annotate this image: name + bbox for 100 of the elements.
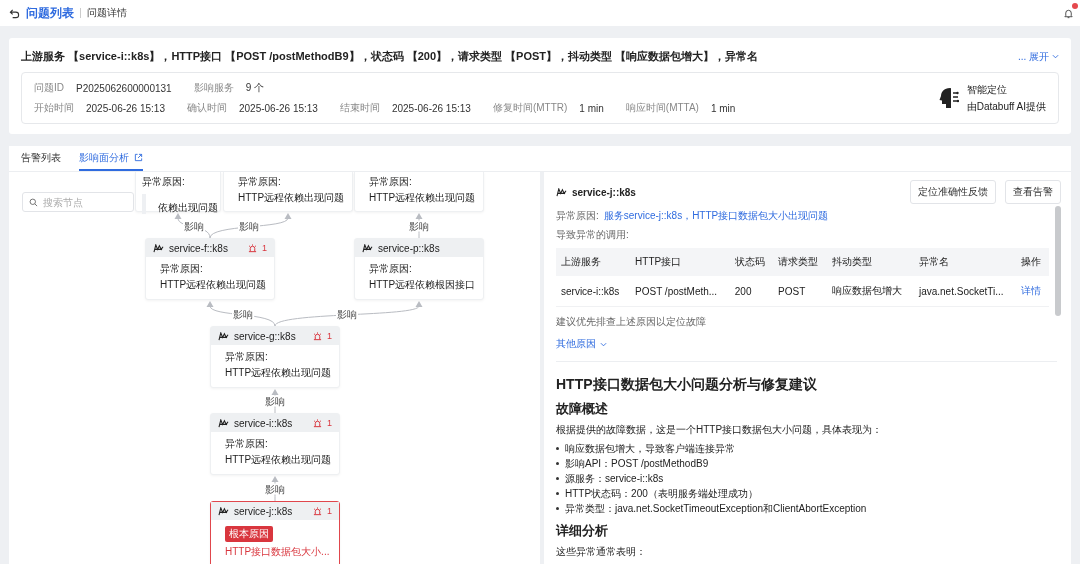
field-value: 2025-06-26 15:13	[238, 102, 318, 114]
chevron-down-icon	[1052, 53, 1059, 60]
reason-text: HTTP远程依赖出现问题	[369, 192, 473, 204]
tab[interactable]: 告警列表	[21, 146, 61, 171]
bullet-dot	[556, 492, 559, 495]
search-field[interactable]: 搜索节点	[22, 192, 134, 212]
reason-text: HTTP远程依赖根因接口	[369, 279, 473, 291]
service-icon	[362, 243, 373, 253]
table-cell: 200	[729, 276, 774, 307]
reason-label: 异常原因:	[225, 438, 269, 450]
alarm-icon	[313, 331, 322, 341]
service-node[interactable]: service-g::k8s 1 异常原因: HTTP远程依赖出现问题	[210, 326, 340, 388]
reason-label: 异常原因:	[556, 209, 599, 223]
reason-text: HTTP远程依赖出现问题	[225, 454, 329, 466]
field-label: 影响服务	[193, 81, 234, 95]
other-causes-toggle[interactable]: 其他原因	[556, 337, 607, 351]
field-label: 开始时间	[34, 101, 74, 115]
edge-label: 影响	[336, 308, 358, 319]
ai-subtitle: 由Databuff AI提供	[966, 99, 1046, 114]
column-header: 请求类型	[773, 248, 828, 276]
edge-label: 影响	[231, 308, 254, 319]
service-node[interactable]: 异常原因: 依赖出现问题	[135, 172, 221, 212]
node-title: service-j::k8s	[234, 505, 293, 517]
service-node[interactable]: service-i::k8s 1 异常原因: HTTP远程依赖出现问题	[210, 413, 340, 475]
alarm-icon	[313, 418, 322, 428]
alert-count: 1	[262, 243, 267, 253]
bullet-dot	[556, 447, 559, 450]
section-heading: 故障概述	[556, 400, 609, 418]
node-title: service-p::k8s	[378, 242, 440, 254]
field-value: 2025-06-26 15:13	[391, 102, 471, 114]
root-cause-badge: 根本原因	[225, 526, 273, 542]
alarm-icon	[313, 506, 322, 516]
reason-text: HTTP远程依赖出现问题	[160, 279, 264, 291]
alarm-icon	[248, 243, 257, 253]
back-icon[interactable]	[9, 7, 20, 19]
column-header: 抖动类型	[827, 248, 914, 276]
field-value: 1 min	[710, 102, 736, 114]
reason-label: 异常原因:	[142, 176, 186, 188]
alert-count: 1	[327, 331, 332, 341]
node-title: service-g::k8s	[234, 330, 296, 342]
alert-count: 1	[327, 506, 332, 516]
bullet-dot	[556, 507, 559, 510]
chevron-down-icon	[600, 340, 607, 348]
breadcrumb-current: 问题详情	[87, 6, 127, 20]
field-value: 1 min	[579, 102, 604, 114]
service-title: service-j::k8s	[572, 186, 636, 198]
edge-label: 影响	[408, 220, 430, 231]
table-cell: POST	[773, 276, 828, 307]
service-node[interactable]: service-p::k8s 异常原因: HTTP远程依赖根因接口	[354, 238, 484, 300]
scrollbar[interactable]	[1055, 206, 1061, 316]
reason-label: 异常原因:	[369, 176, 413, 188]
service-icon	[556, 187, 567, 197]
field-label: 确认时间	[186, 101, 227, 115]
service-icon	[218, 331, 229, 341]
bullet-text: 响应数据包增大，导致客户端连接异常	[565, 442, 735, 456]
column-header: 异常名	[913, 248, 1017, 276]
column-header: 操作	[1016, 248, 1049, 276]
service-icon	[218, 506, 229, 516]
node-title: service-i::k8s	[234, 417, 293, 429]
action-button[interactable]: 查看告警	[1005, 180, 1061, 204]
reason-text: HTTP远程依赖出现问题	[238, 192, 342, 204]
alert-count: 1	[327, 418, 332, 428]
bullet-text: 影响API：POST /postMethodB9	[565, 457, 709, 471]
hint-text: 建议优先排查上述原因以定位故障	[556, 316, 706, 327]
reason-link[interactable]: 服务service-j::k8s，HTTP接口数据包大小出现问题	[603, 209, 829, 223]
bell-icon[interactable]	[1063, 7, 1074, 19]
paragraph: 这些异常通常表明：	[556, 545, 647, 559]
bullet-text: 异常类型：java.net.SocketTimeoutException和ClientAbortException	[565, 502, 867, 516]
table-cell: POST /postMeth...	[630, 276, 730, 307]
ai-head-icon	[938, 87, 959, 109]
service-node[interactable]: 异常原因: HTTP远程依赖出现问题	[354, 172, 484, 212]
paragraph: 根据提供的故障数据，这是一个HTTP接口数据包大小问题，具体表现为：	[556, 423, 884, 437]
service-node[interactable]: service-j::k8s 1 根本原因 HTTP接口数据包大小...	[210, 501, 340, 564]
ai-title: 智能定位	[966, 82, 1008, 97]
expand-button[interactable]: ... 展开	[1017, 49, 1059, 64]
calls-label: 导致异常的调用:	[556, 229, 629, 240]
details-link[interactable]: 详情	[1021, 285, 1042, 296]
field-label: 修复时间(MTTR)	[492, 101, 568, 115]
breadcrumb-link[interactable]: 问题列表	[26, 4, 74, 22]
bullet-dot	[556, 477, 559, 480]
bullet-text: 源服务：service-i::k8s	[565, 472, 664, 486]
bullet-text: HTTP状态码：200（表明服务端处理成功）	[565, 487, 758, 501]
bullet-dot	[556, 462, 559, 465]
edge-label: 影响	[264, 483, 286, 494]
column-header: 状态码	[729, 248, 774, 276]
section-heading: 详细分析	[556, 522, 609, 540]
reason-label: 异常原因:	[369, 263, 413, 275]
service-node[interactable]: service-f::k8s 1 异常原因: HTTP远程依赖出现问题	[145, 238, 275, 300]
field-label: 响应时间(MTTA)	[625, 101, 699, 115]
action-button[interactable]: 定位准确性反馈	[910, 180, 996, 204]
reason-text: HTTP远程依赖出现问题	[225, 367, 329, 379]
reason-label: 异常原因:	[225, 351, 269, 363]
service-node[interactable]: 异常原因: HTTP远程依赖出现问题	[223, 172, 353, 212]
report-title: HTTP接口数据包大小问题分析与修复建议	[556, 376, 818, 394]
tab[interactable]: 影响面分析	[79, 146, 143, 171]
edge-label: 影响	[264, 395, 286, 407]
field-label: 结束时间	[339, 101, 380, 115]
search-icon	[29, 198, 38, 207]
reason-text: HTTP接口数据包大小...	[225, 546, 329, 558]
table-cell: service-i::k8s	[556, 276, 631, 307]
